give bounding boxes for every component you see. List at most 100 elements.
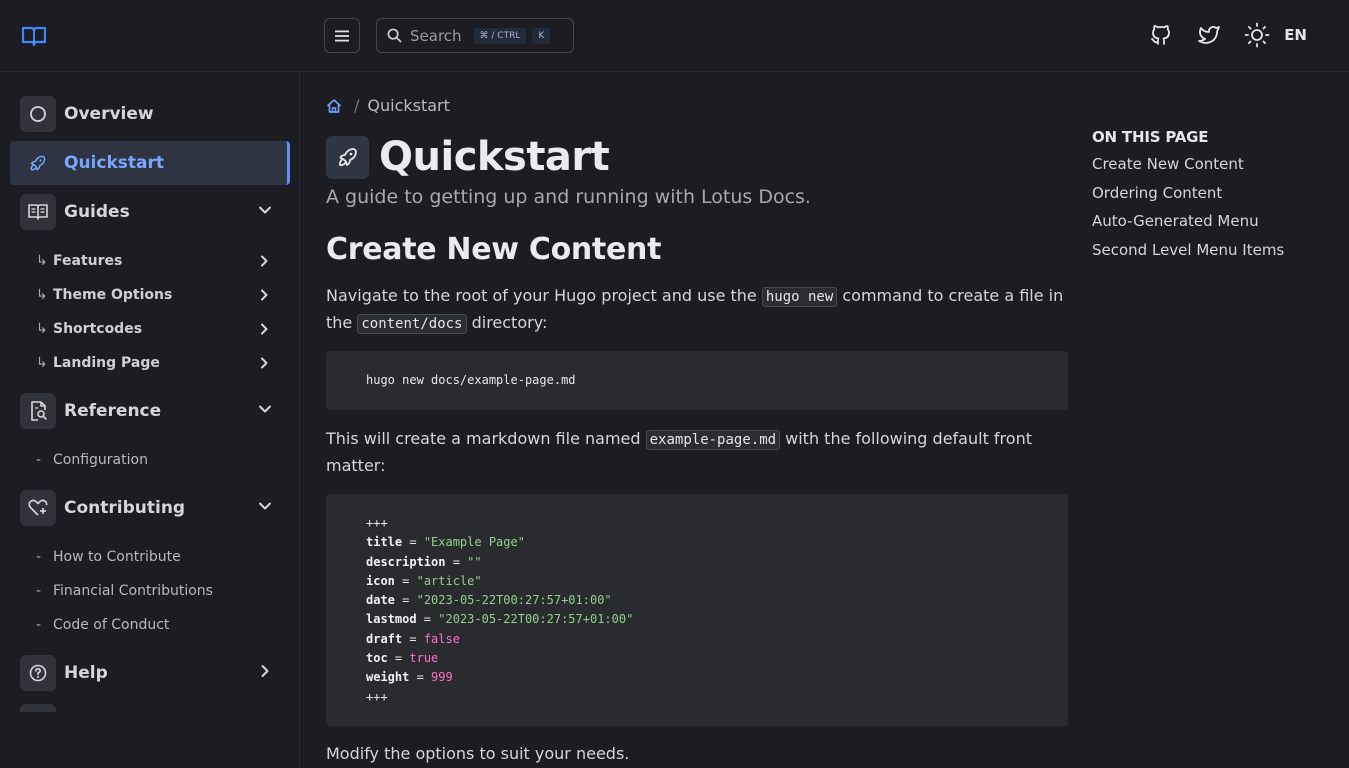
code-value: "" — [467, 554, 482, 569]
logo-book-icon[interactable] — [21, 26, 47, 47]
subitem-dash-icon: - — [36, 549, 42, 565]
paragraph: Navigate to the root of your Hugo projec… — [326, 283, 1068, 337]
sidebar-subitem-label: Theme Options — [53, 287, 173, 303]
code-line: title = "Example Page" — [366, 535, 525, 550]
toc-link[interactable]: Auto-Generated Menu — [1092, 207, 1332, 236]
paragraph: Modify the options to suit your needs. — [326, 744, 630, 763]
code-value: "article" — [416, 573, 482, 588]
sidebar-item-contributing[interactable]: Contributing — [10, 486, 290, 530]
code-key: toc — [366, 651, 388, 666]
chevron-right-icon — [261, 665, 269, 677]
inline-code: hugo new — [761, 287, 838, 307]
code-line: +++ — [366, 689, 388, 704]
breadcrumb-separator: / — [354, 96, 360, 115]
chevron-right-icon — [261, 323, 268, 335]
text: This will create a markdown file named — [326, 429, 646, 448]
code-key: date — [366, 593, 395, 608]
sidebar-item-help[interactable]: Help — [10, 651, 290, 695]
toc-link[interactable]: Second Level Menu Items — [1092, 236, 1332, 265]
code-line: date = "2023-05-22T00:27:57+01:00" — [366, 593, 612, 608]
chevron-down-icon — [259, 206, 271, 214]
sidebar-subitem-code-of-conduct[interactable]: - Code of Conduct — [36, 613, 280, 637]
code-line: hugo new docs/example-page.md — [366, 373, 576, 387]
sun-theme-toggle-icon[interactable] — [1244, 22, 1270, 48]
sidebar-icon-box — [20, 490, 56, 526]
sidebar-item-quickstart[interactable]: Quickstart — [10, 141, 290, 185]
github-icon[interactable] — [1148, 22, 1174, 48]
code-line: toc = true — [366, 651, 439, 666]
heart-plus-icon — [28, 499, 48, 516]
text: Navigate to the root of your Hugo projec… — [326, 286, 762, 305]
sidebar-item-reference[interactable]: Reference — [10, 389, 290, 433]
book-icon — [28, 204, 48, 220]
code-value: 999 — [431, 670, 453, 685]
menu-toggle-button[interactable] — [324, 18, 360, 53]
inline-code: content/docs — [357, 314, 467, 334]
sidebar-item-label: Guides — [64, 202, 130, 222]
code-key: icon — [366, 573, 395, 588]
sidebar-subitem-features[interactable]: ↳ Features — [36, 249, 280, 273]
sidebar-subitem-financial-contributions[interactable]: - Financial Contributions — [36, 579, 280, 603]
chevron-down-icon — [259, 502, 271, 510]
subitem-arrow-icon: ↳ — [36, 321, 48, 337]
text: command to create a file in — [837, 286, 1064, 305]
text: with the following default front — [780, 429, 1032, 448]
search-input[interactable]: Search ⌘ / CTRL K — [376, 18, 574, 53]
code-value: "2023-05-22T00:27:57+01:00" — [438, 612, 634, 627]
toc-link[interactable]: Create New Content — [1092, 150, 1332, 179]
code-key: description — [366, 554, 446, 569]
breadcrumb-current: Quickstart — [367, 96, 450, 115]
code-value: "Example Page" — [423, 535, 525, 550]
subitem-arrow-icon: ↳ — [36, 253, 48, 269]
sidebar-subitem-how-to-contribute[interactable]: - How to Contribute — [36, 545, 280, 569]
sidebar-subitem-configuration[interactable]: - Configuration — [36, 448, 280, 472]
sidebar-item-overview[interactable]: Overview — [10, 92, 290, 136]
chevron-right-icon — [261, 357, 268, 369]
sidebar-subitem-landing-page[interactable]: ↳ Landing Page — [36, 351, 280, 375]
inline-code: example-page.md — [645, 430, 781, 450]
toc-link[interactable]: Ordering Content — [1092, 179, 1332, 208]
search-icon — [387, 28, 402, 43]
sidebar-subitem-label: Features — [53, 253, 123, 269]
sidebar: Overview Quickstart Guides ↳ Features ↳ … — [0, 72, 300, 768]
sidebar-subitem-label: Configuration — [53, 452, 148, 468]
text: directory: — [466, 313, 548, 332]
toc-heading: ON THIS PAGE — [1092, 128, 1209, 146]
sidebar-subitem-shortcodes[interactable]: ↳ Shortcodes — [36, 317, 280, 341]
chevron-right-icon — [261, 255, 268, 267]
chevron-down-icon — [259, 405, 271, 413]
subitem-arrow-icon: ↳ — [36, 355, 48, 371]
sidebar-icon-box — [20, 145, 56, 181]
sidebar-subitem-label: Code of Conduct — [53, 617, 170, 633]
home-icon[interactable] — [326, 98, 342, 114]
rocket-icon — [326, 135, 369, 179]
circle-icon — [30, 106, 46, 122]
sidebar-subitem-label: Financial Contributions — [53, 583, 213, 599]
chevron-right-icon — [261, 289, 268, 301]
code-key: draft — [366, 631, 403, 646]
sidebar-item-label: Quickstart — [64, 153, 164, 173]
code-key: weight — [366, 670, 410, 685]
sidebar-icon-box — [20, 194, 56, 230]
subitem-arrow-icon: ↳ — [36, 287, 48, 303]
sidebar-subitem-label: How to Contribute — [53, 549, 181, 565]
paragraph: This will create a markdown file named e… — [326, 426, 1068, 479]
document-search-icon — [31, 401, 47, 421]
code-line: draft = false — [366, 631, 460, 646]
text: the — [326, 313, 358, 332]
code-line: lastmod = "2023-05-22T00:27:57+01:00" — [366, 612, 634, 627]
table-of-contents: ON THIS PAGE Create New Content Ordering… — [1092, 128, 1332, 264]
sidebar-item-guides[interactable]: Guides — [10, 190, 290, 234]
twitter-icon[interactable] — [1196, 22, 1222, 48]
shortcut-key-badge: K — [532, 27, 551, 44]
language-selector[interactable]: EN — [1284, 26, 1307, 44]
sidebar-subitem-theme-options[interactable]: ↳ Theme Options — [36, 283, 280, 307]
sidebar-item-label: Overview — [64, 104, 154, 124]
section-heading: Create New Content — [326, 232, 662, 267]
code-line: +++ — [366, 516, 388, 530]
subitem-dash-icon: - — [36, 583, 42, 599]
search-placeholder: Search — [410, 26, 462, 45]
page-title-row: Quickstart — [326, 134, 610, 180]
text: matter: — [326, 456, 386, 475]
sidebar-icon-box — [20, 393, 56, 429]
